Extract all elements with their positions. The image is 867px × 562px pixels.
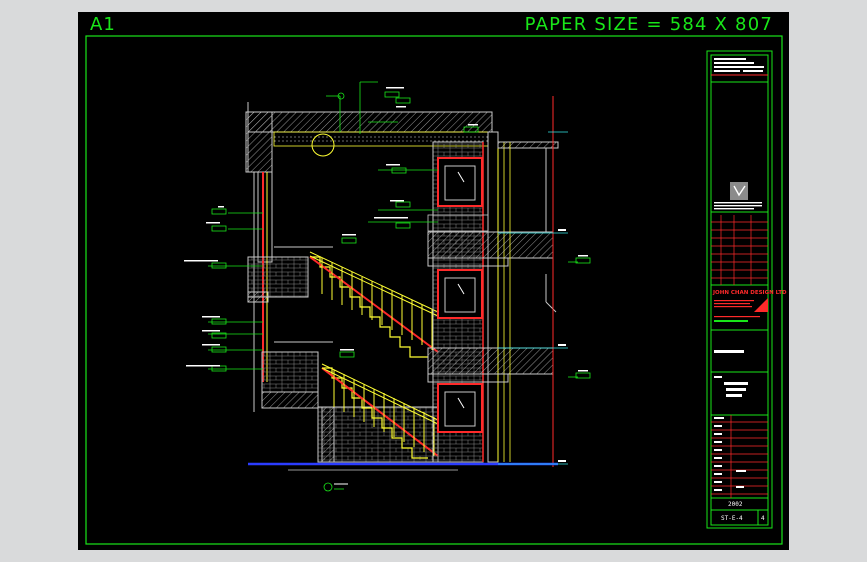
left-floor-slabs bbox=[247, 246, 333, 409]
stair-flight-1 bbox=[309, 251, 439, 358]
sheet-size-label: A1 bbox=[90, 14, 116, 35]
drawing-year: 2002 bbox=[728, 501, 743, 508]
sheet-number: 4 bbox=[761, 515, 765, 522]
section-symbol bbox=[323, 482, 348, 492]
paper-size-label: PAPER SIZE = 584 X 807 bbox=[524, 14, 773, 35]
company-logo bbox=[714, 182, 762, 210]
cad-drawing-canvas bbox=[85, 35, 783, 545]
level-markers bbox=[498, 131, 568, 465]
window-1 bbox=[437, 157, 483, 207]
window-2 bbox=[437, 269, 483, 319]
company-triangle bbox=[754, 298, 768, 312]
drawing-info-table bbox=[711, 415, 768, 498]
company-name: JOHN CHAN DESIGN LTD bbox=[713, 290, 787, 296]
revision-table bbox=[711, 215, 768, 285]
drawing-number: ST-E-4 bbox=[721, 515, 743, 522]
title-block-header bbox=[714, 58, 764, 72]
drawing-sheet: A1 PAPER SIZE = 584 X 807 JOHN CHAN DESI… bbox=[78, 12, 789, 550]
window-3 bbox=[437, 383, 483, 433]
